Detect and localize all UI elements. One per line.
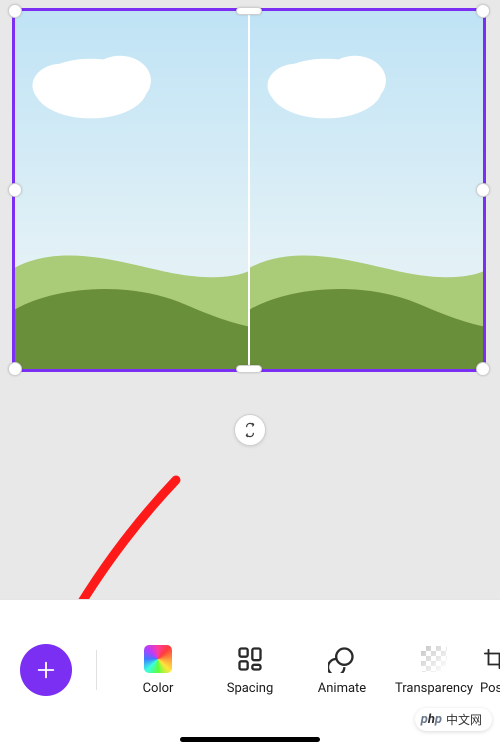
tool-transparency-label: Transparency <box>395 681 473 696</box>
resize-handle-top-right[interactable] <box>476 4 490 18</box>
watermark-text: 中文网 <box>446 711 482 728</box>
position-icon <box>480 645 500 673</box>
tool-animate[interactable]: Animate <box>296 645 388 696</box>
resize-handle-top-left[interactable] <box>8 4 22 18</box>
tool-position-label: Posi <box>480 681 500 696</box>
tool-spacing[interactable]: Spacing <box>204 645 296 696</box>
image-placeholder-right[interactable] <box>250 11 483 369</box>
selected-grid-frame[interactable] <box>12 8 486 372</box>
image-grid <box>15 11 483 369</box>
tool-position[interactable]: Posi <box>480 645 500 696</box>
swap-images-button[interactable] <box>234 414 266 446</box>
add-button[interactable] <box>20 644 72 696</box>
canvas-area <box>0 0 500 600</box>
home-indicator[interactable] <box>180 737 320 742</box>
resize-handle-bottom-center[interactable] <box>236 365 262 373</box>
image-placeholder-left[interactable] <box>15 11 248 369</box>
tool-transparency[interactable]: Transparency <box>388 645 480 696</box>
resize-handle-mid-right[interactable] <box>476 183 490 197</box>
resize-handle-bottom-right[interactable] <box>476 362 490 376</box>
transparency-icon <box>420 645 448 673</box>
toolbar-divider <box>96 650 97 690</box>
tool-animate-label: Animate <box>318 681 366 696</box>
toolbar-tools: Color Spacing Animate <box>112 630 500 710</box>
tool-spacing-label: Spacing <box>227 681 274 696</box>
watermark-prefix: php <box>421 712 442 727</box>
resize-handle-mid-left[interactable] <box>8 183 22 197</box>
animate-icon <box>328 645 356 673</box>
plus-icon <box>35 659 57 681</box>
watermark-badge: php 中文网 <box>415 708 492 731</box>
color-icon <box>144 645 172 673</box>
swap-icon <box>242 422 258 438</box>
resize-handle-top-center[interactable] <box>236 7 262 15</box>
tool-color-label: Color <box>143 681 174 696</box>
resize-handle-bottom-left[interactable] <box>8 362 22 376</box>
tool-color[interactable]: Color <box>112 645 204 696</box>
spacing-icon <box>236 645 264 673</box>
